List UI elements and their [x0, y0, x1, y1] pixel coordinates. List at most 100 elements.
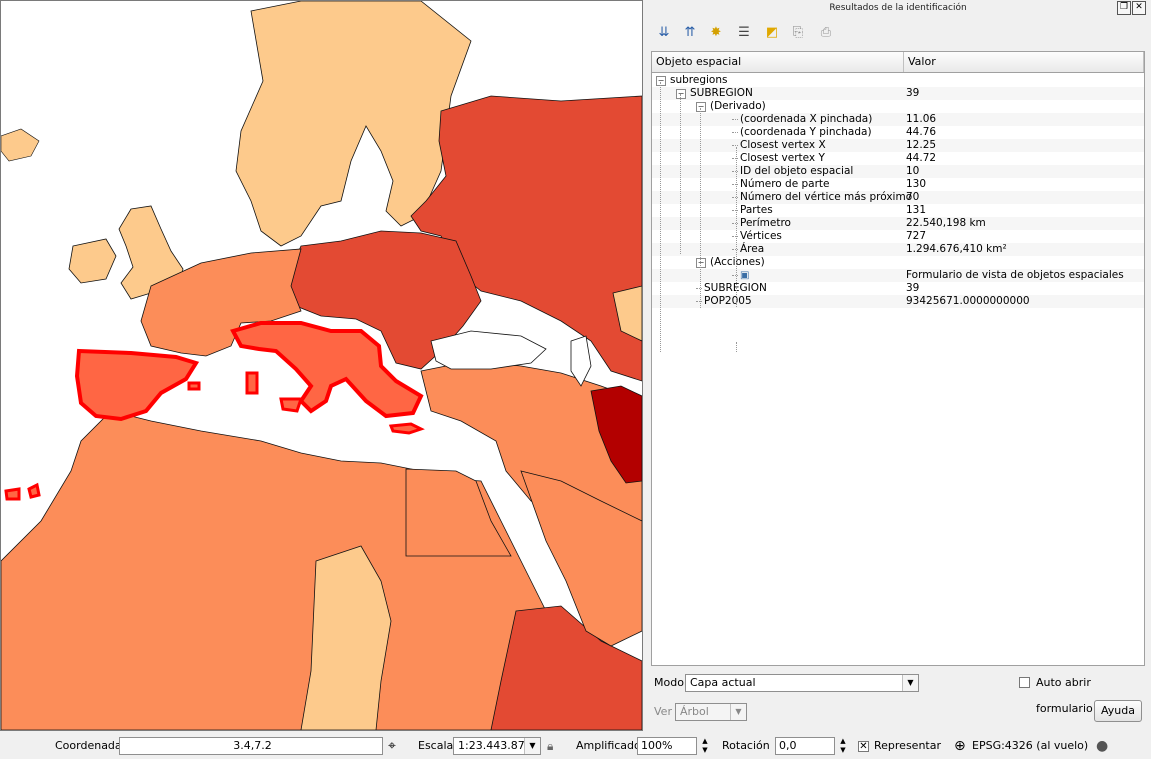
map-canvas[interactable] [0, 0, 643, 731]
tree-branch-line [732, 158, 738, 159]
tree-row-label: ID del objeto espacial [740, 165, 854, 177]
lock-scale-icon[interactable]: 🔒︎ [547, 733, 553, 759]
chevron-down-icon: ▼ [730, 704, 746, 720]
mode-row: Modo Capa actual ▼ Auto abrir formulario [645, 672, 1151, 715]
tree-row-value: 727 [906, 230, 927, 242]
scale-combo[interactable]: 1:23.443.879 ▼ [453, 737, 541, 755]
collapse-toggle-icon[interactable]: − [696, 258, 706, 268]
tree-row-value: 130 [906, 178, 927, 190]
panel-title: Resultados de la identificación [829, 3, 967, 13]
map-svg[interactable] [1, 1, 642, 730]
tree-branch-line [732, 236, 738, 237]
auto-open-checkbox[interactable] [1019, 677, 1030, 688]
magnifier-field[interactable]: 100% [637, 737, 697, 755]
tree-row-value: 39 [906, 282, 920, 294]
float-panel-icon[interactable]: ❐ [1117, 1, 1131, 15]
tree-row-value: 1.294.676,410 km² [906, 243, 1007, 255]
tree-row-value: 131 [906, 204, 927, 216]
tree-row-label: Número del vértice más próximo [740, 191, 913, 203]
view-value: Árbol [680, 705, 709, 718]
copy-icon[interactable]: ⎘ [789, 24, 807, 42]
column-header-value[interactable]: Valor [904, 52, 1144, 72]
tree-connector-line [736, 342, 737, 352]
tree-branch-line [732, 223, 738, 224]
tree-row[interactable]: Partes 131 [652, 204, 1144, 217]
scale-label: Escala [418, 739, 454, 752]
tree-row[interactable]: POP2005 93425671.0000000000 [652, 295, 1144, 308]
tree-row-value: 22.540,198 km [906, 217, 986, 229]
tree-connector-line [660, 82, 661, 352]
tree-connector-line [736, 147, 737, 307]
tree-row[interactable]: (coordenada Y pinchada) 44.76 [652, 126, 1144, 139]
tree-row[interactable]: (coordenada X pinchada) 11.06 [652, 113, 1144, 126]
clear-results-icon[interactable]: ◩ [763, 24, 781, 42]
coordinate-toggle-icon[interactable]: ⌖ [388, 733, 396, 759]
tree-connector-line [700, 108, 701, 308]
view-row: Ver Árbol ▼ Ayuda [645, 700, 1151, 724]
tree-row-value: 44.72 [906, 152, 937, 164]
tree-row-value: 70 [906, 191, 920, 203]
tree-row-value: 93425671.0000000000 [906, 295, 1030, 307]
tree-row-label: Closest vertex Y [740, 152, 825, 164]
tree-branch-line [732, 210, 738, 211]
tree-branch-line [696, 288, 702, 289]
tree-row-label: (coordenada Y pinchada) [740, 126, 872, 138]
tree-row[interactable]: Número de parte 130 [652, 178, 1144, 191]
expand-new-icon[interactable]: ✸ [707, 24, 725, 42]
tree-row[interactable]: ID del objeto espacial 10 [652, 165, 1144, 178]
column-header-feature[interactable]: Objeto espacial [652, 52, 904, 72]
tree-row[interactable]: Área 1.294.676,410 km² [652, 243, 1144, 256]
help-button[interactable]: Ayuda [1094, 700, 1142, 722]
tree-row-label: subregions [670, 74, 728, 86]
render-checkbox[interactable]: ✕ [858, 741, 869, 752]
tree-row[interactable]: ▣ Formulario de vista de objetos espacial… [652, 269, 1144, 282]
collapse-toggle-icon[interactable]: − [656, 76, 666, 86]
magnifier-spinner[interactable]: ▲ ▼ [698, 737, 712, 755]
tree-row[interactable]: Número del vértice más próximo 70 [652, 191, 1144, 204]
print-icon[interactable]: ⎙ [817, 24, 835, 42]
close-panel-icon[interactable]: ✕ [1132, 1, 1146, 15]
tree-row[interactable]: Perímetro 22.540,198 km [652, 217, 1144, 230]
view-combo[interactable]: Árbol ▼ [675, 703, 747, 721]
tree-row-label: POP2005 [704, 295, 752, 307]
auto-open-label: Auto abrir formulario [1036, 676, 1093, 715]
tree-connector-line [680, 94, 681, 254]
render-label: Representar [874, 739, 941, 752]
tree-branch-line [732, 275, 738, 276]
tree-row-value: 11.06 [906, 113, 937, 125]
scale-value: 1:23.443.879 [458, 739, 532, 752]
tree-branch-line [732, 119, 738, 120]
crs-label[interactable]: EPSG:4326 (al vuelo) [972, 733, 1088, 759]
collapse-toggle-icon[interactable]: − [696, 102, 706, 112]
expand-tree-icon[interactable]: ⇊ [655, 24, 673, 42]
tree-row[interactable]: Closest vertex X 12.25 [652, 139, 1144, 152]
tree-row[interactable]: Closest vertex Y 44.72 [652, 152, 1144, 165]
mode-value: Capa actual [690, 676, 756, 689]
tree-branch-line [732, 132, 738, 133]
tree-row[interactable]: SUBREGION 39 [652, 282, 1144, 295]
collapse-toggle-icon[interactable]: − [676, 89, 686, 99]
tree-branch-line [732, 249, 738, 250]
rotation-spinner[interactable]: ▲ ▼ [836, 737, 850, 755]
rotation-field[interactable]: 0,0 [775, 737, 835, 755]
messages-icon[interactable]: ● [1096, 733, 1108, 759]
tree-row[interactable]: − (Acciones) [652, 256, 1144, 269]
tree-row[interactable]: Vértices 727 [652, 230, 1144, 243]
view-label: Ver [654, 705, 672, 718]
tree-row[interactable]: − subregions [652, 74, 1144, 87]
tree-branch-line [732, 184, 738, 185]
collapse-tree-icon[interactable]: ⇈ [681, 24, 699, 42]
coordinate-field[interactable]: 3.4,7.2 [119, 737, 383, 755]
identify-results-panel: Resultados de la identificación ❐ ✕ ⇊ ⇈ … [645, 0, 1151, 731]
crs-globe-icon[interactable]: ⊕ [954, 733, 966, 759]
results-tree[interactable]: Objeto espacial Valor − subregions − SUBREG… [651, 51, 1145, 666]
tree-row[interactable]: − (Derivado) [652, 100, 1144, 113]
coordinate-label: Coordenada [55, 739, 122, 752]
mode-combo[interactable]: Capa actual ▼ [685, 674, 919, 692]
tree-row-label: SUBREGION [690, 87, 753, 99]
tree-row-label: Área [740, 243, 765, 255]
tree-row[interactable]: − SUBREGION 39 [652, 87, 1144, 100]
form-icon: ▣ [740, 270, 750, 281]
tree-row-value[interactable]: Formulario de vista de objetos espaciale… [906, 269, 1124, 282]
open-form-icon[interactable]: ☰ [735, 24, 753, 42]
